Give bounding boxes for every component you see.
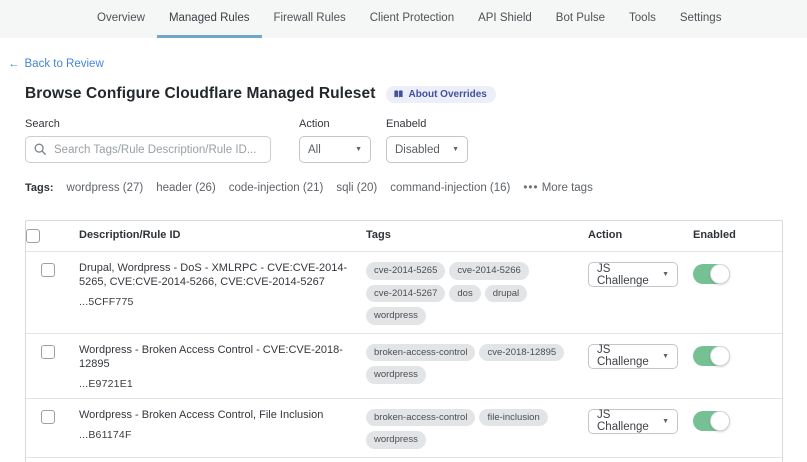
header-tags: Tags bbox=[366, 221, 588, 249]
page-title: Browse Configure Cloudflare Managed Rule… bbox=[25, 85, 376, 103]
toggle-knob bbox=[710, 264, 730, 284]
book-icon bbox=[393, 89, 404, 100]
enabled-filter: Enabeld Disabled ▼ bbox=[386, 118, 468, 163]
tab-managed-rules[interactable]: Managed Rules bbox=[157, 0, 262, 38]
tab-overview[interactable]: Overview bbox=[85, 0, 157, 38]
tag-pill: broken-access-control bbox=[366, 344, 475, 362]
table-header-row: Description/Rule ID Tags Action Enabled bbox=[26, 221, 782, 252]
search-filter: Search bbox=[25, 118, 271, 163]
rule-id: ...B61174F bbox=[79, 429, 366, 441]
action-select[interactable]: All ▼ bbox=[299, 136, 371, 163]
about-overrides-badge[interactable]: About Overrides bbox=[386, 86, 496, 103]
main-content: Browse Configure Cloudflare Managed Rule… bbox=[0, 85, 807, 462]
back-link-label: Back to Review bbox=[25, 58, 104, 70]
rule-action-select[interactable]: JS Challenge ▼ bbox=[588, 344, 678, 369]
rule-action-select[interactable]: JS Challenge ▼ bbox=[588, 262, 678, 287]
rule-description: Wordpress - Broken Access Control - CVE:… bbox=[79, 343, 366, 371]
rule-action-value: JS Challenge bbox=[597, 409, 654, 433]
tag-filter-item[interactable]: wordpress (27) bbox=[67, 182, 144, 194]
header-description: Description/Rule ID bbox=[79, 221, 366, 249]
table-body: Drupal, Wordpress - DoS - XMLRPC - CVE:C… bbox=[26, 252, 782, 462]
search-icon bbox=[33, 142, 47, 156]
search-label: Search bbox=[25, 118, 271, 130]
rules-table: Description/Rule ID Tags Action Enabled … bbox=[25, 220, 783, 462]
toggle-knob bbox=[710, 411, 730, 431]
action-label: Action bbox=[299, 118, 371, 130]
tag-pill: file-inclusion bbox=[479, 409, 547, 427]
row-checkbox[interactable] bbox=[41, 345, 55, 359]
tag-pill: wordpress bbox=[366, 366, 426, 384]
table-row: Drupal, Wordpress - DoS - XMLRPC - CVE:C… bbox=[26, 252, 782, 334]
title-row: Browse Configure Cloudflare Managed Rule… bbox=[25, 85, 783, 103]
managed-ruleset-page: OverviewManaged RulesFirewall RulesClien… bbox=[0, 0, 807, 462]
tags-bar-items: wordpress (27) header (26) code-injection … bbox=[67, 182, 511, 194]
row-checkbox[interactable] bbox=[41, 410, 55, 424]
top-tab-bar: OverviewManaged RulesFirewall RulesClien… bbox=[0, 0, 807, 38]
tab-settings[interactable]: Settings bbox=[668, 0, 734, 38]
tab-bot-pulse[interactable]: Bot Pulse bbox=[544, 0, 617, 38]
tab-client-protection[interactable]: Client Protection bbox=[358, 0, 466, 38]
table-row: Wordpress - Broken Access Control, File … bbox=[26, 399, 782, 458]
tag-filter-item[interactable]: command-injection (16) bbox=[390, 182, 510, 194]
rule-id: ...5CFF775 bbox=[79, 296, 366, 308]
tab-firewall-rules[interactable]: Firewall Rules bbox=[262, 0, 358, 38]
more-tags-label: More tags bbox=[542, 182, 593, 194]
rule-action-value: JS Challenge bbox=[597, 263, 654, 287]
tab-tools[interactable]: Tools bbox=[617, 0, 668, 38]
tag-pill: dos bbox=[449, 285, 480, 303]
header-enabled: Enabled bbox=[693, 221, 782, 249]
table-row: Wordpress - Broken Access Control - Upda… bbox=[26, 458, 782, 462]
rule-description: Wordpress - Broken Access Control, File … bbox=[79, 408, 366, 422]
rule-enabled-toggle[interactable] bbox=[693, 411, 730, 431]
tags-bar: Tags: wordpress (27) header (26) code-inje… bbox=[25, 182, 783, 194]
rule-action-value: JS Challenge bbox=[597, 344, 654, 368]
chevron-down-icon: ▼ bbox=[662, 353, 669, 360]
tag-pill: cve-2014-5265 bbox=[366, 262, 445, 280]
tab-group: OverviewManaged RulesFirewall RulesClien… bbox=[85, 0, 668, 38]
action-select-value: All bbox=[308, 144, 321, 156]
rule-description: Drupal, Wordpress - DoS - XMLRPC - CVE:C… bbox=[79, 261, 366, 289]
rule-enabled-toggle[interactable] bbox=[693, 346, 730, 366]
arrow-left-icon: ← bbox=[8, 58, 20, 70]
select-all-checkbox[interactable] bbox=[26, 229, 40, 243]
rule-id: ...E9721E1 bbox=[79, 378, 366, 390]
tag-filter-item[interactable]: header (26) bbox=[156, 182, 215, 194]
tag-pill: drupal bbox=[485, 285, 527, 303]
about-overrides-label: About Overrides bbox=[409, 89, 487, 100]
search-input[interactable] bbox=[25, 136, 271, 163]
back-link[interactable]: ← Back to Review bbox=[8, 58, 104, 70]
header-action: Action bbox=[588, 221, 693, 249]
chevron-down-icon: ▼ bbox=[355, 146, 362, 153]
chevron-down-icon: ▼ bbox=[662, 271, 669, 278]
tags-bar-label: Tags: bbox=[25, 182, 54, 194]
chevron-down-icon: ▼ bbox=[452, 146, 459, 153]
more-tags-button[interactable]: ••• More tags bbox=[523, 182, 592, 194]
enabled-label: Enabeld bbox=[386, 118, 468, 130]
rule-action-select[interactable]: JS Challenge ▼ bbox=[588, 409, 678, 434]
rule-enabled-toggle[interactable] bbox=[693, 264, 730, 284]
tag-pill: wordpress bbox=[366, 307, 426, 325]
row-checkbox[interactable] bbox=[41, 263, 55, 277]
tag-pill: cve-2014-5266 bbox=[449, 262, 528, 280]
table-row: Wordpress - Broken Access Control - CVE:… bbox=[26, 334, 782, 399]
tag-pill: broken-access-control bbox=[366, 409, 475, 427]
ellipsis-icon: ••• bbox=[523, 182, 538, 194]
tag-pill: wordpress bbox=[366, 431, 426, 449]
chevron-down-icon: ▼ bbox=[662, 418, 669, 425]
filters-row: Search Action All ▼ Enabeld bbox=[25, 118, 783, 163]
tag-filter-item[interactable]: code-injection (21) bbox=[229, 182, 324, 194]
tag-pill: cve-2014-5267 bbox=[366, 285, 445, 303]
tab-api-shield[interactable]: API Shield bbox=[466, 0, 544, 38]
action-filter: Action All ▼ bbox=[299, 118, 371, 163]
toggle-knob bbox=[710, 346, 730, 366]
enabled-select-value: Disabled bbox=[395, 144, 440, 156]
enabled-select[interactable]: Disabled ▼ bbox=[386, 136, 468, 163]
tag-filter-item[interactable]: sqli (20) bbox=[336, 182, 377, 194]
tag-pill: cve-2018-12895 bbox=[479, 344, 564, 362]
